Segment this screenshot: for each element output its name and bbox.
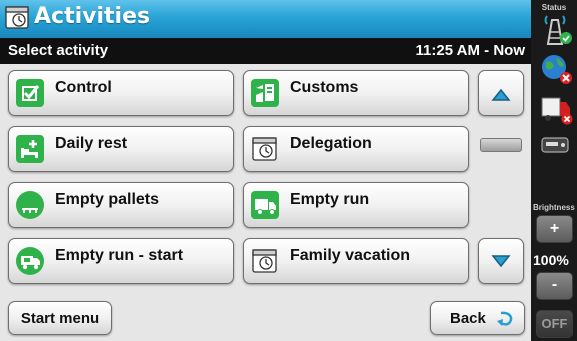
activity-control-button[interactable]: Control [8, 70, 234, 116]
activity-empty-pallets-button[interactable]: Empty pallets [8, 182, 234, 228]
select-activity-label: Select activity [8, 42, 109, 59]
status-sidebar: Status Brightness + 100% - OFF [531, 0, 577, 341]
bed-icon [16, 135, 44, 163]
activities-screen: Activities Select activity 11:25 AM - No… [0, 0, 577, 341]
back-label: Back [450, 310, 486, 327]
activity-label: Empty run [290, 191, 370, 208]
main-panel: Activities Select activity 11:25 AM - No… [0, 0, 531, 341]
activity-label: Delegation [290, 135, 372, 152]
brightness-value: 100% [533, 252, 569, 268]
activity-empty-run-button[interactable]: Empty run [243, 182, 469, 228]
activity-delegation-button[interactable]: Delegation [243, 126, 469, 172]
activity-label: Empty run - start [55, 247, 184, 264]
globe-offline-icon[interactable] [538, 52, 574, 86]
brightness-decrease-button[interactable]: - [536, 272, 573, 300]
scroll-down-button[interactable] [478, 238, 524, 284]
activity-empty-run-start-button[interactable]: Empty run - start [8, 238, 234, 284]
start-menu-button[interactable]: Start menu [8, 301, 112, 335]
activity-daily-rest-button[interactable]: Daily rest [8, 126, 234, 172]
arrow-up-icon [491, 88, 511, 101]
activity-label: Empty pallets [55, 191, 160, 208]
activity-label: Daily rest [55, 135, 128, 152]
page-title: Activities [34, 4, 151, 29]
scroll-position-indicator[interactable] [480, 138, 522, 152]
activity-label: Control [55, 79, 112, 96]
pallet-icon [16, 191, 44, 219]
signal-tower-icon[interactable] [538, 12, 574, 46]
scroll-up-button[interactable] [478, 70, 524, 116]
current-time: 11:25 AM - Now [415, 42, 525, 59]
activity-label: Family vacation [290, 247, 411, 264]
back-button[interactable]: Back [430, 301, 525, 335]
calendar-icon [252, 249, 277, 273]
truck-status-icon[interactable] [538, 92, 574, 126]
screen-off-button[interactable]: OFF [536, 310, 573, 338]
calendar-icon [252, 137, 277, 161]
brightness-label: Brightness [533, 203, 575, 212]
truck-start-icon [16, 247, 44, 275]
brightness-increase-button[interactable]: + [536, 215, 573, 243]
checkbox-icon [16, 79, 44, 107]
back-arrow-icon [497, 311, 513, 326]
arrow-down-icon [491, 255, 511, 268]
customs-icon [251, 79, 279, 107]
activities-calendar-icon [5, 6, 29, 29]
activity-customs-button[interactable]: Customs [243, 70, 469, 116]
truck-icon [251, 191, 279, 219]
sub-header: Select activity 11:25 AM - Now [0, 38, 531, 64]
status-label: Status [541, 3, 567, 12]
tachograph-icon[interactable] [538, 128, 574, 162]
activity-label: Customs [290, 79, 359, 96]
title-bar: Activities [0, 0, 531, 38]
start-menu-label: Start menu [20, 310, 100, 327]
activity-family-vacation-button[interactable]: Family vacation [243, 238, 469, 284]
